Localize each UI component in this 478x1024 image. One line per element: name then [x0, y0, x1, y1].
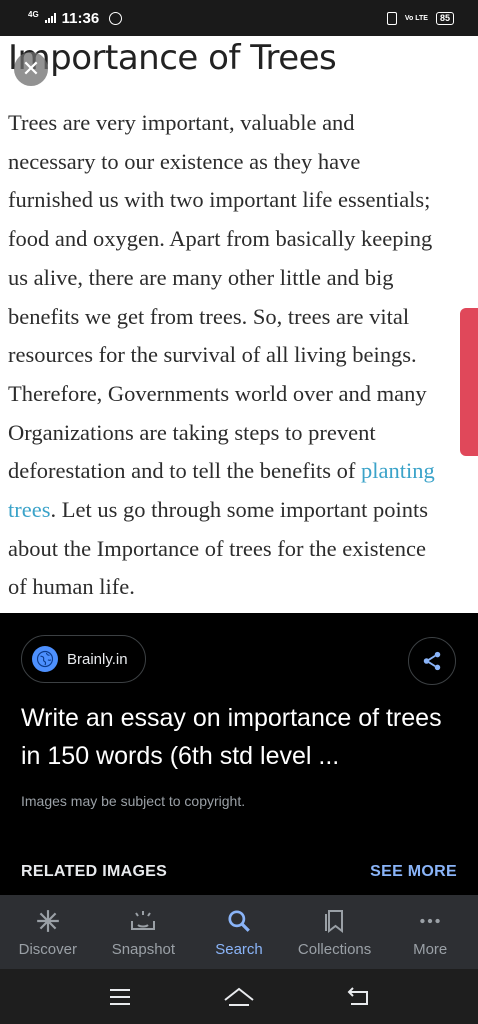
article-line: benefits we get from trees. So, trees ar…	[8, 303, 410, 329]
side-tab	[460, 308, 478, 456]
share-button[interactable]	[408, 637, 456, 685]
nav-collections[interactable]: Collections	[287, 895, 383, 969]
volte-icon: Vo LTE	[404, 14, 428, 22]
signal-icon	[44, 13, 56, 23]
share-icon	[423, 651, 441, 671]
article-line: about the Importance of trees for the ex…	[8, 535, 426, 561]
back-button[interactable]	[338, 977, 378, 1017]
planting-link: planting	[361, 458, 435, 484]
article-line: Therefore, Governments world over and ma…	[8, 380, 427, 406]
nav-snapshot[interactable]: Snapshot	[96, 895, 192, 969]
asterisk-icon	[35, 907, 61, 935]
system-nav	[0, 969, 478, 1024]
nav-label: Collections	[297, 941, 372, 958]
network-type: 4G	[28, 9, 39, 19]
article-line: necessary to our existence as they have	[8, 148, 361, 174]
nav-label: Search	[215, 941, 263, 958]
article-line: us alive, there are many other little an…	[8, 264, 394, 290]
trees-link: trees	[8, 497, 51, 523]
close-icon: ✕	[21, 56, 41, 81]
article-image[interactable]: Importance of Trees ✕ Trees are very imp…	[0, 36, 478, 613]
bookmark-icon	[323, 907, 347, 935]
back-icon	[347, 986, 369, 1005]
menu-icon	[109, 988, 130, 1005]
article-line: trees. Let us go through some important …	[8, 491, 478, 530]
article-line: Trees are very important, valuable and	[8, 110, 355, 135]
more-dots-icon	[417, 907, 443, 935]
see-more-button[interactable]: SEE MORE	[370, 863, 457, 881]
snapshot-icon	[129, 907, 157, 935]
whatsapp-icon	[109, 11, 123, 25]
article-line: deforestation and to tell the benefits o…	[8, 452, 478, 491]
search-icon	[226, 907, 252, 935]
article-title: Importance of Trees	[8, 38, 337, 78]
source-chip[interactable]: Brainly.in	[21, 635, 146, 683]
clock: 11:36	[61, 9, 100, 27]
nav-label: More	[413, 941, 448, 958]
nav-discover[interactable]: Discover	[0, 895, 96, 969]
article-text: . Let us go through some important point…	[50, 497, 428, 523]
article-line: of human life.	[8, 574, 135, 600]
article-text: deforestation and to tell the benefits o…	[8, 458, 362, 484]
nav-more[interactable]: More	[382, 895, 478, 969]
battery-icon: 85	[435, 11, 454, 25]
status-bar: 4G 11:36 Vo LTE 85	[0, 0, 478, 36]
source-label: Brainly.in	[67, 650, 128, 668]
vibrate-icon	[386, 11, 397, 25]
related-images-heading: RELATED IMAGES	[21, 863, 168, 880]
article-line: furnished us with two important life ess…	[8, 187, 431, 213]
nav-label: Discover	[18, 941, 77, 958]
result-title[interactable]: Write an essay on importance of trees in…	[21, 699, 461, 775]
recent-apps-button[interactable]	[100, 977, 140, 1017]
home-button[interactable]	[219, 977, 259, 1017]
globe-icon	[32, 646, 58, 672]
copyright-notice: Images may be subject to copyright.	[21, 793, 246, 809]
home-icon	[224, 987, 254, 1006]
status-right: Vo LTE 85	[386, 11, 454, 25]
article-line: Organizations are taking steps to preven…	[8, 419, 376, 445]
bottom-nav: Discover Snapshot Search Collections Mor…	[0, 895, 478, 969]
nav-search[interactable]: Search	[191, 895, 287, 969]
nav-label: Snapshot	[111, 941, 176, 958]
result-panel: Brainly.in Write an essay on importance …	[0, 613, 478, 895]
article-line: food and oxygen. Apart from basically ke…	[8, 226, 433, 252]
close-button[interactable]: ✕	[14, 52, 48, 86]
article-body: Trees are very important, valuable and n…	[8, 104, 478, 607]
article-line: resources for the survival of all living…	[8, 342, 417, 368]
status-left: 4G 11:36	[28, 9, 123, 27]
